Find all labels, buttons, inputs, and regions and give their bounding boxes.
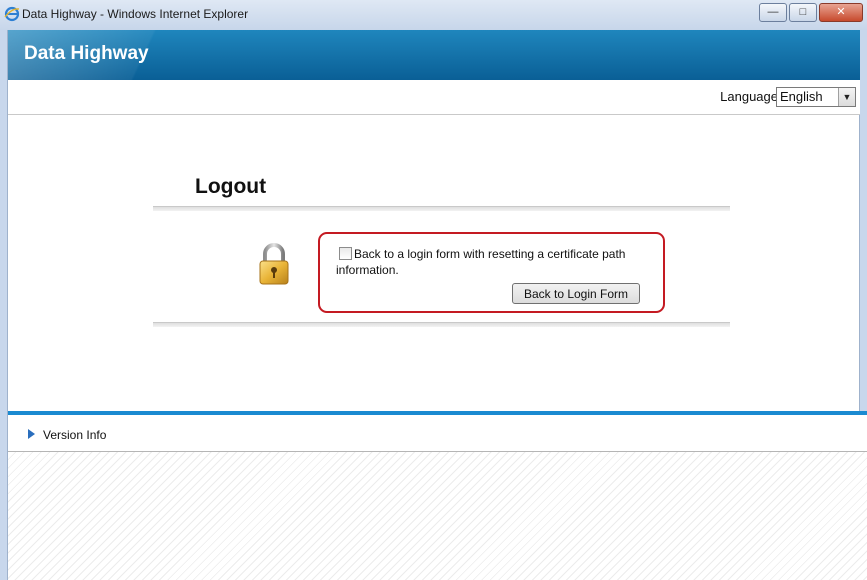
language-label: Language <box>720 89 778 104</box>
language-bar: Language English ▼ <box>8 80 860 115</box>
chevron-down-icon[interactable]: ▼ <box>838 88 855 106</box>
minimize-button[interactable]: — <box>759 3 787 22</box>
divider-bottom <box>153 322 730 327</box>
maximize-icon: □ <box>799 6 807 18</box>
back-to-login-button[interactable]: Back to Login Form <box>512 283 640 304</box>
app-header: Data Highway <box>8 30 860 80</box>
reset-certificate-label: Back to a login form with resetting a ce… <box>336 247 626 277</box>
minimize-icon: — <box>767 6 779 18</box>
close-button[interactable]: ✕ <box>819 3 863 22</box>
divider-top <box>153 206 730 211</box>
triangle-right-icon[interactable] <box>28 429 35 439</box>
page-title: Logout <box>195 175 267 198</box>
window-controls: — □ ✕ <box>757 3 863 22</box>
language-select[interactable]: English ▼ <box>776 87 856 107</box>
version-info-label[interactable]: Version Info <box>43 428 106 442</box>
lock-icon <box>259 243 289 285</box>
internet-explorer-icon <box>4 6 20 22</box>
close-icon: ✕ <box>836 6 846 18</box>
window-title: Data Highway - Windows Internet Explorer <box>22 7 249 21</box>
app-title: Data Highway <box>24 43 149 64</box>
maximize-button[interactable]: □ <box>789 3 817 22</box>
window-titlebar: Data Highway - Windows Internet Explorer… <box>0 0 867 31</box>
language-selected-value: English <box>780 89 823 104</box>
hatched-background <box>8 452 867 580</box>
window-left-border <box>0 30 8 580</box>
version-info-row[interactable]: Version Info <box>8 415 867 452</box>
